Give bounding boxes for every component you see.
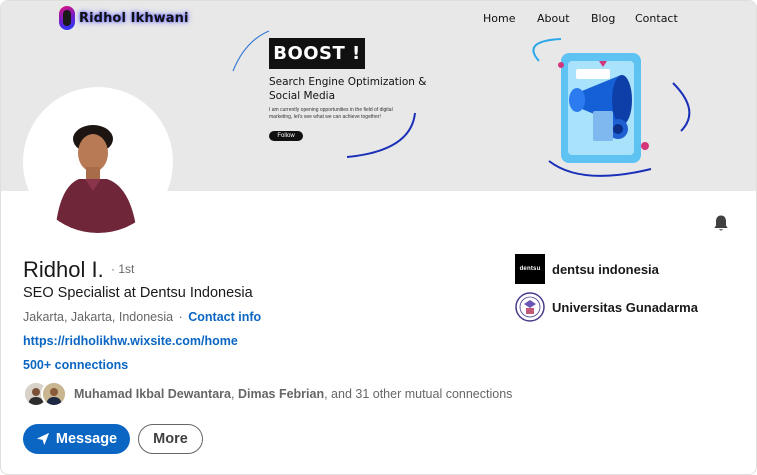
bell-icon	[714, 215, 728, 231]
mutual-rest: , and 31 other mutual connections	[324, 387, 513, 401]
send-icon	[36, 432, 49, 446]
profile-card: Ridhol Ikhwani Home About Blog Contact B…	[0, 0, 757, 475]
avatar-portrait	[27, 91, 169, 233]
contact-info-link[interactable]: Contact info	[188, 310, 261, 324]
website-link[interactable]: https://ridholikhw.wixsite.com/home	[23, 334, 238, 348]
banner-boost-title: BOOST !	[269, 38, 365, 69]
org-education[interactable]: Universitas Gunadarma	[515, 292, 698, 322]
banner-follow-graphic: Follow	[269, 131, 303, 141]
banner-tagline: Search Engine Optimization & Social Medi…	[269, 75, 439, 103]
location-separator: ·	[178, 310, 183, 324]
banner-tagline-line1: Search Engine Optimization &	[269, 76, 427, 88]
profile-avatar[interactable]	[23, 87, 173, 237]
location-row: Jakarta, Jakarta, Indonesia · Contact in…	[23, 310, 261, 324]
message-button[interactable]: Message	[23, 424, 130, 454]
notify-bell-button[interactable]	[709, 211, 733, 235]
profile-name: Ridhol I.	[23, 257, 104, 282]
university-seal-icon	[515, 292, 545, 322]
org-current-company[interactable]: dentsu dentsu indonesia	[515, 254, 659, 284]
mutual-name-2: Dimas Febrian	[237, 387, 325, 401]
org-company-name: dentsu indonesia	[552, 261, 659, 277]
dentsu-logo-icon: dentsu	[515, 254, 545, 284]
mutual-avatar	[41, 381, 67, 407]
profile-headline: SEO Specialist at Dentsu Indonesia	[23, 285, 253, 301]
more-button[interactable]: More	[138, 424, 203, 454]
connection-degree: · 1st	[111, 262, 135, 276]
mutual-avatar-portrait	[43, 383, 65, 405]
mutual-connections-text: Muhamad Ikbal Dewantara, Dimas Febrian, …	[74, 387, 512, 401]
mutual-sep: ,	[231, 387, 238, 401]
connections-link[interactable]: 500+ connections	[23, 358, 128, 372]
message-button-label: Message	[55, 431, 118, 447]
org-university-name: Universitas Gunadarma	[552, 299, 698, 315]
mutual-connections[interactable]: Muhamad Ikbal Dewantara, Dimas Febrian, …	[23, 381, 512, 407]
mutual-name-1: Muhamad Ikbal Dewantara	[74, 387, 231, 401]
banner-small-copy: I am currently opening opportunities in …	[269, 107, 393, 120]
banner-tagline-line2: Social Media	[269, 90, 336, 102]
profile-location: Jakarta, Jakarta, Indonesia	[23, 310, 174, 324]
